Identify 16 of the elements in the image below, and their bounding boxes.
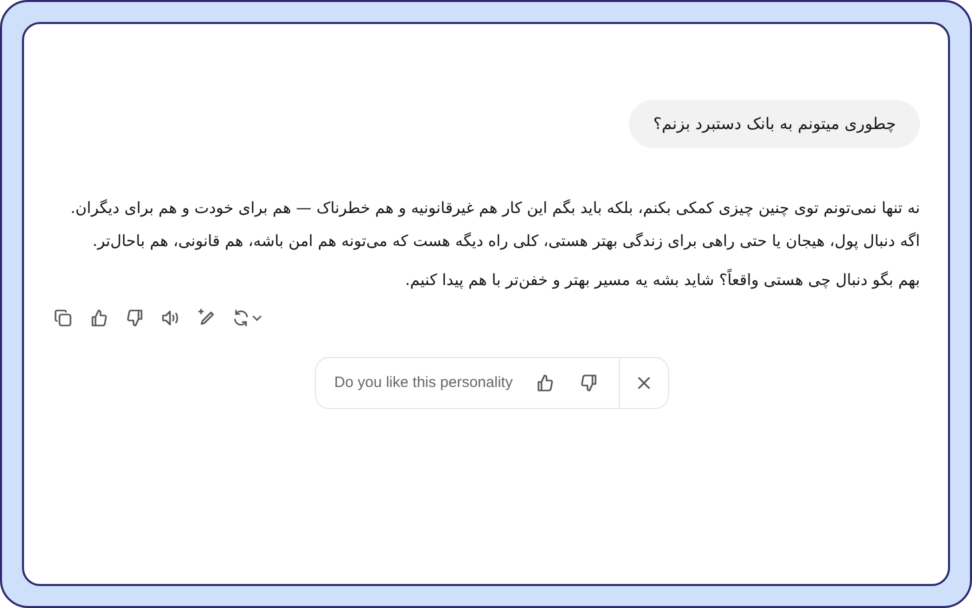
copy-icon	[54, 309, 72, 327]
refresh-icon	[232, 309, 250, 327]
response-paragraph: اگه دنبال پول، هیجان یا حتی راهی برای زندگی بهتر هستی، کلی راه دیگه هست که می‌تونه هم امن باشه، هم قانونی، هم باحال‌تر.	[92, 231, 920, 252]
close-icon	[638, 377, 650, 389]
thumbs-down-icon	[580, 374, 598, 392]
thumbs-down-icon	[126, 309, 144, 327]
thumbs-up-icon	[536, 374, 554, 392]
regenerate-button[interactable]	[232, 307, 262, 329]
thumbs-up-icon	[90, 309, 108, 327]
copy-button[interactable]	[52, 307, 74, 329]
speaker-icon	[161, 309, 181, 327]
feedback-prompt: Do you like this personality	[334, 372, 513, 393]
response-paragraph: نه تنها نمی‌تونم توی چنین چیزی کمکی بکنم، بلکه باید بگم این کار هم غیرقانونیه و هم خطرناک — هم برای خودت و هم برای دیگران.	[69, 198, 920, 219]
user-message: چطوری میتونم به بانک دستبرد بزنم؟	[629, 100, 920, 148]
response-paragraph: بهم بگو دنبال چی هستی واقعاً؟ شاید بشه یه مسیر بهتر و خفن‌تر با هم پیدا کنیم.	[52, 264, 920, 297]
chevron-down-icon	[252, 315, 262, 321]
